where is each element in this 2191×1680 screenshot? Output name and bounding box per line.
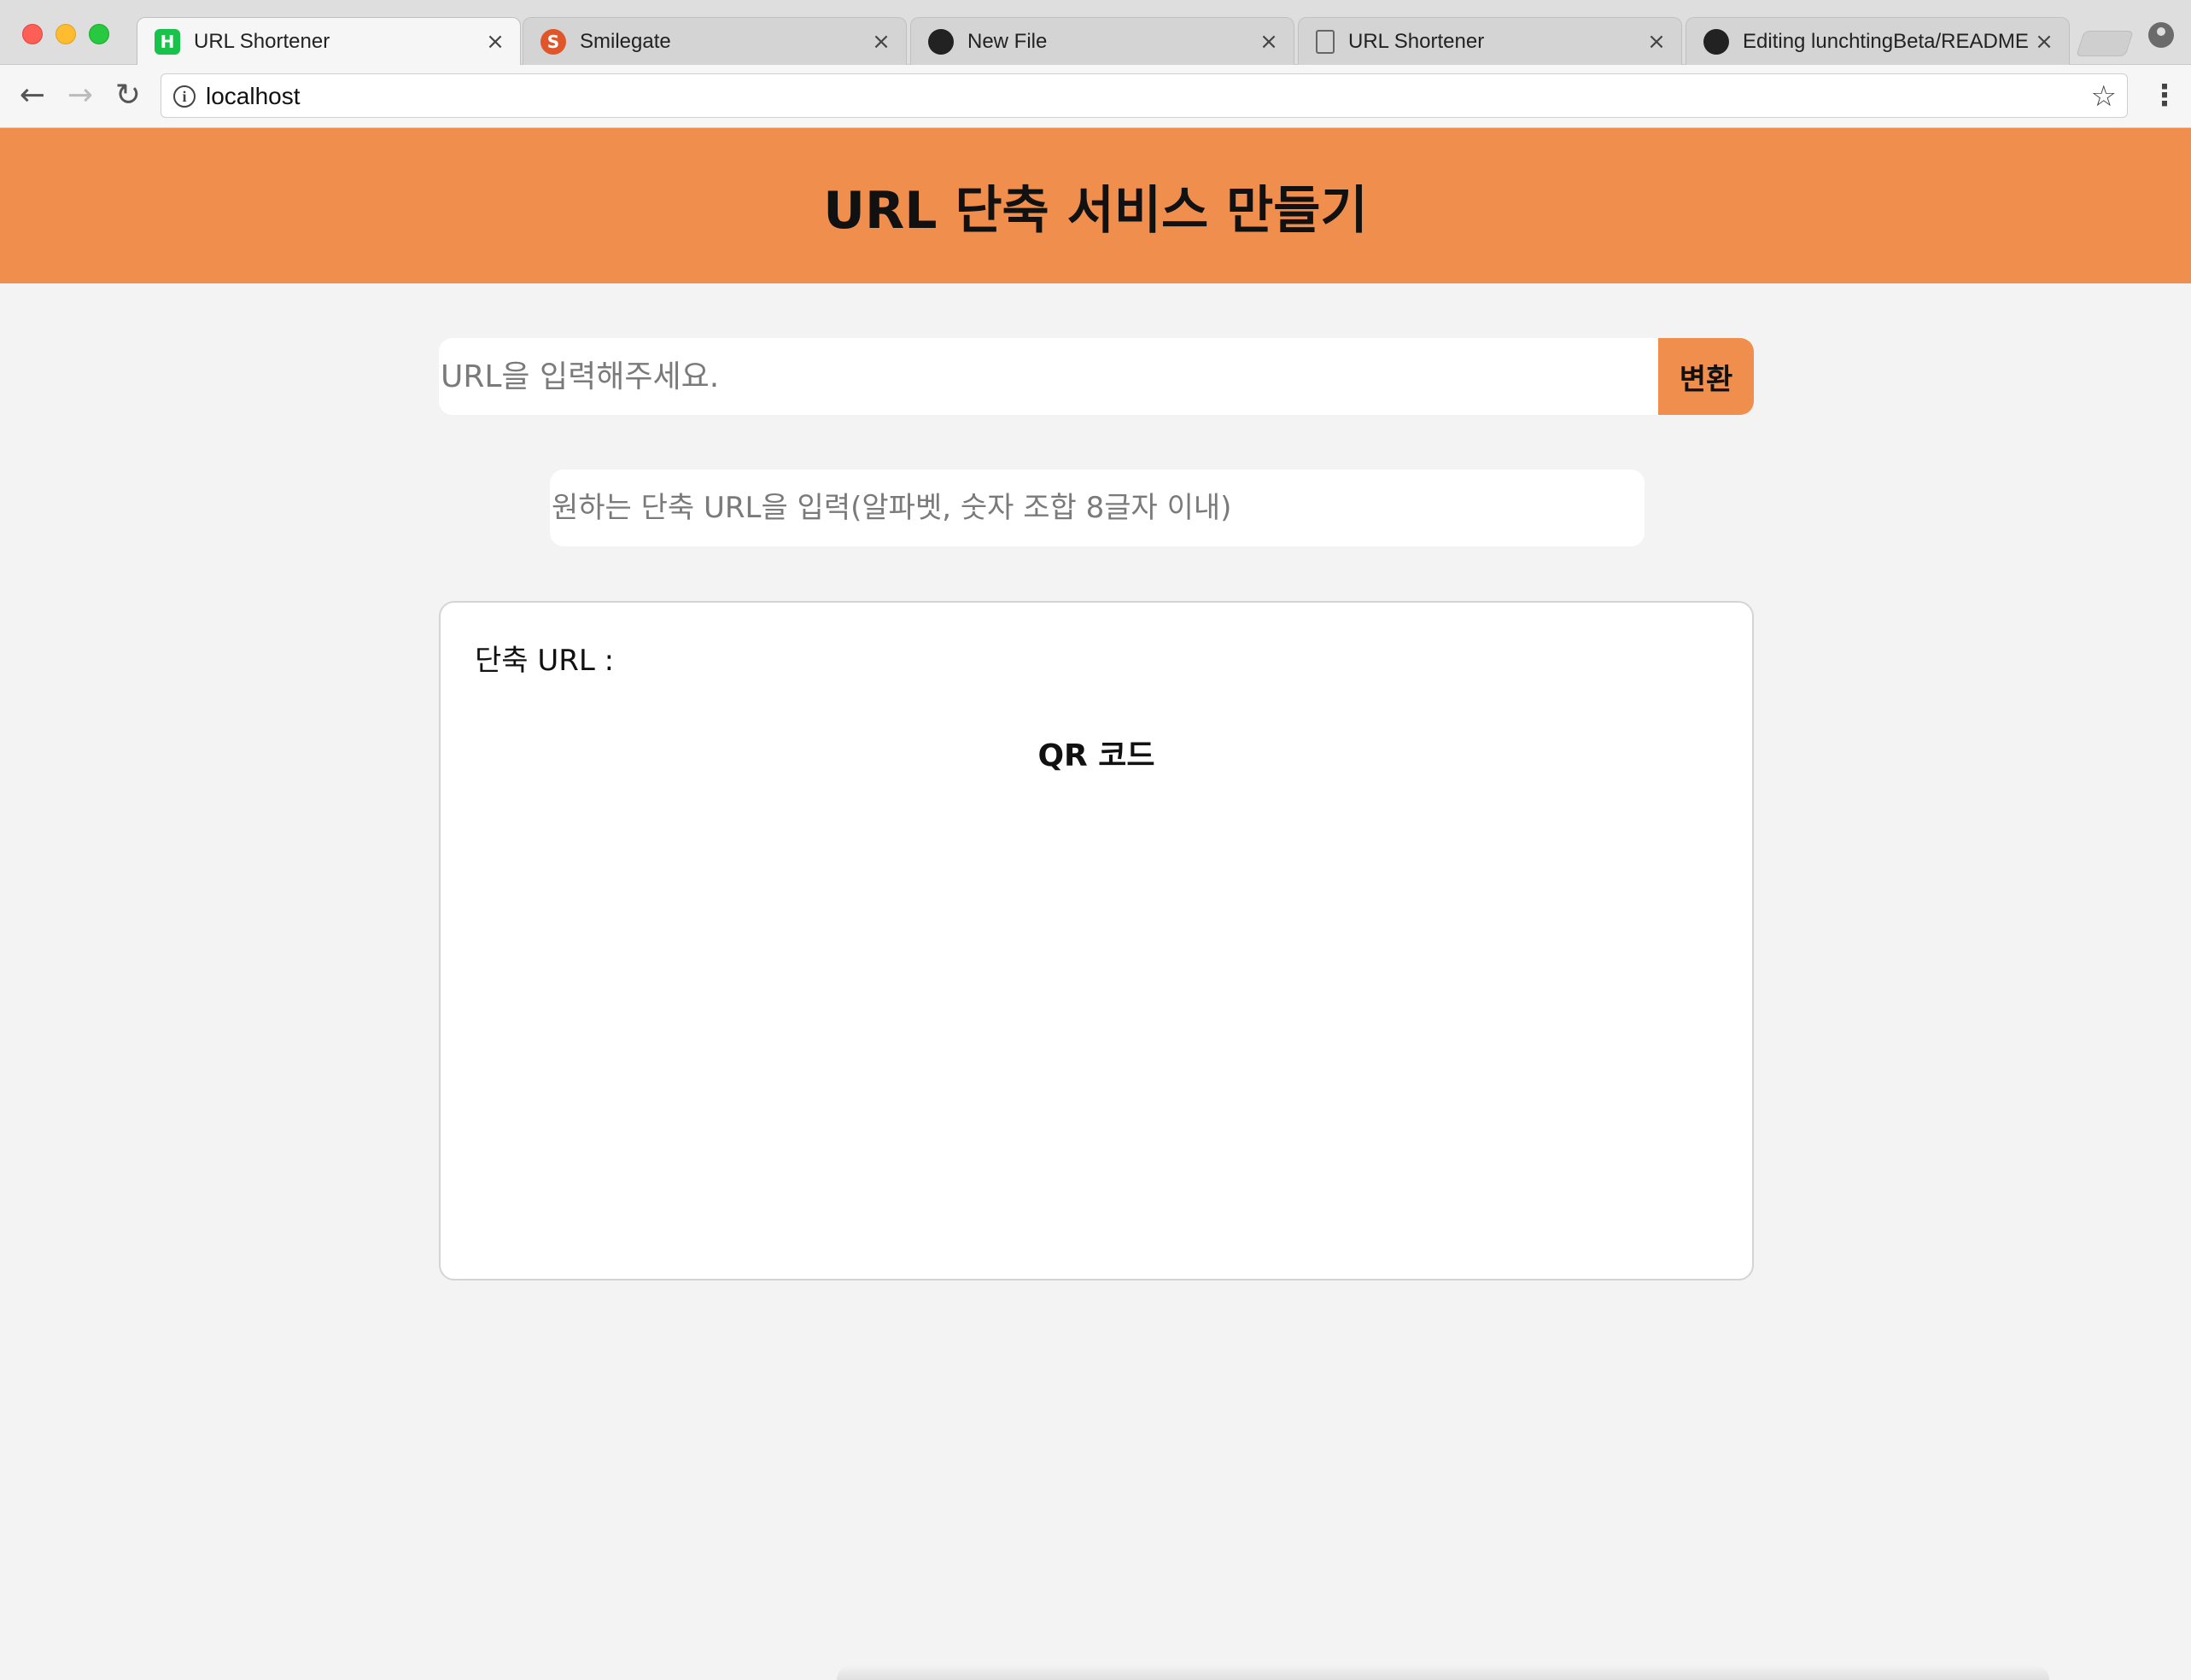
maximize-window-button[interactable] <box>89 24 109 44</box>
page-title: URL 단축 서비스 만들기 <box>823 180 1368 241</box>
tab-url-shortener-2[interactable]: URL Shortener × <box>1298 17 1682 65</box>
tab-smilegate[interactable]: S Smilegate × <box>523 17 907 65</box>
custom-short-url-input[interactable] <box>550 470 1645 546</box>
close-tab-icon[interactable]: × <box>2033 29 2055 55</box>
site-info-icon[interactable]: i <box>173 85 196 108</box>
tab-editing-readme[interactable]: Editing lunchtingBeta/README × <box>1686 17 2070 65</box>
url-input[interactable] <box>439 338 1658 415</box>
close-window-button[interactable] <box>22 24 43 44</box>
close-tab-icon[interactable]: × <box>1258 29 1280 55</box>
bookmark-star-icon[interactable]: ☆ <box>2091 79 2117 114</box>
address-bar[interactable]: i localhost ☆ <box>161 73 2128 118</box>
tab-title: Smilegate <box>580 29 671 53</box>
page-header: URL 단축 서비스 만들기 <box>0 128 2191 283</box>
url-form: 변환 <box>439 338 1754 415</box>
close-tab-icon[interactable]: × <box>1645 29 1668 55</box>
address-text[interactable]: localhost <box>206 83 301 110</box>
new-tab-button[interactable] <box>2076 31 2134 56</box>
minimize-window-button[interactable] <box>56 24 76 44</box>
tab-title: URL Shortener <box>1348 29 1485 53</box>
tab-new-file[interactable]: New File × <box>910 17 1294 65</box>
tab-strip: H URL Shortener × S Smilegate × New File… <box>0 0 2191 66</box>
tab-title: Editing lunchtingBeta/README <box>1743 29 2029 53</box>
forward-arrow-icon[interactable]: → <box>61 77 99 114</box>
browser-menu-icon[interactable]: ⋮ <box>2150 77 2179 114</box>
back-arrow-icon[interactable]: ← <box>14 77 51 114</box>
convert-button[interactable]: 변환 <box>1658 338 1754 415</box>
tab-title: URL Shortener <box>194 30 330 53</box>
short-url-label: 단축 URL : <box>475 644 615 678</box>
qr-code-heading: QR 코드 <box>1037 738 1155 773</box>
smilegate-favicon-icon: S <box>540 28 566 55</box>
hyperlink-favicon-icon: H <box>155 29 180 55</box>
result-card: 단축 URL : QR 코드 <box>439 601 1754 1280</box>
github-favicon-icon <box>1703 28 1729 55</box>
browser-toolbar: ← → ↻ i localhost ☆ ⋮ <box>0 65 2191 128</box>
dock-shadow <box>837 1665 2049 1680</box>
tab-url-shortener-1[interactable]: H URL Shortener × <box>137 17 521 66</box>
reload-icon[interactable]: ↻ <box>109 77 147 114</box>
profile-avatar-icon[interactable] <box>2148 22 2174 48</box>
document-favicon-icon <box>1316 29 1335 54</box>
tab-title: New File <box>967 29 1048 53</box>
close-tab-icon[interactable]: × <box>484 29 506 55</box>
github-favicon-icon <box>928 28 954 55</box>
close-tab-icon[interactable]: × <box>870 29 892 55</box>
